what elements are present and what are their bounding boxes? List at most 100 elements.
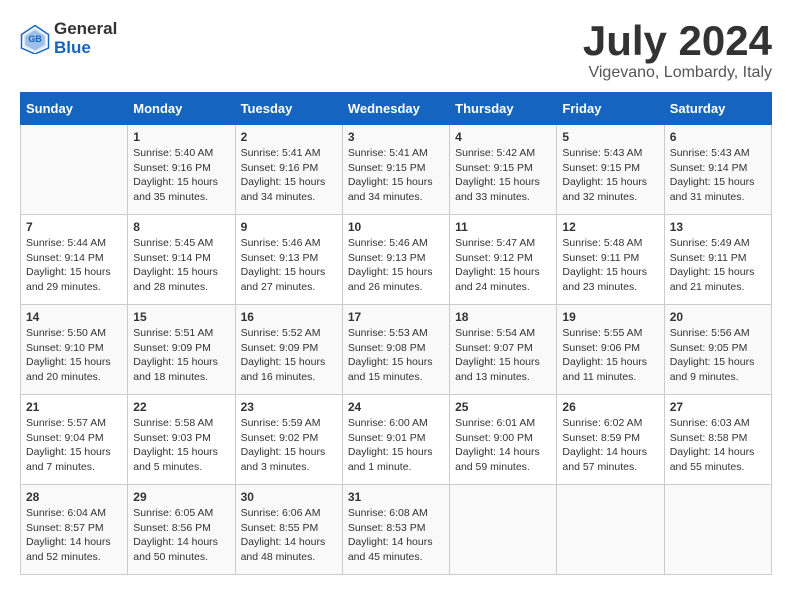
weekday-header: Tuesday <box>235 93 342 125</box>
day-number: 26 <box>562 400 658 414</box>
cell-sun-info: Sunrise: 5:48 AM Sunset: 9:11 PM Dayligh… <box>562 236 658 295</box>
weekday-header: Sunday <box>21 93 128 125</box>
calendar-cell: 22 Sunrise: 5:58 AM Sunset: 9:03 PM Dayli… <box>128 395 235 485</box>
calendar-cell: 7Sunrise: 5:44 AM Sunset: 9:14 PM Daylig… <box>21 215 128 305</box>
cell-sun-info: Sunrise: 5:46 AM Sunset: 9:13 PM Dayligh… <box>348 236 444 295</box>
calendar-cell: 31 Sunrise: 6:08 AM Sunset: 8:53 PM Dayli… <box>342 485 449 575</box>
day-number: 23 <box>241 400 337 414</box>
cell-sun-info: Sunrise: 5:56 AM Sunset: 9:05 PM Dayligh… <box>670 326 766 385</box>
cell-sun-info: Sunrise: 5:59 AM Sunset: 9:02 PM Dayligh… <box>241 416 337 475</box>
day-number: 22 <box>133 400 229 414</box>
calendar-cell: 20Sunrise: 5:56 AM Sunset: 9:05 PM Dayli… <box>664 305 771 395</box>
title-block: July 2024 Vigevano, Lombardy, Italy <box>583 20 772 82</box>
calendar-cell: 19Sunrise: 5:55 AM Sunset: 9:06 PM Dayli… <box>557 305 664 395</box>
logo-icon: GB <box>20 24 50 54</box>
cell-sun-info: Sunrise: 5:52 AM Sunset: 9:09 PM Dayligh… <box>241 326 337 385</box>
calendar-table: SundayMondayTuesdayWednesdayThursdayFrid… <box>20 92 772 575</box>
cell-sun-info: Sunrise: 6:01 AM Sunset: 9:00 PM Dayligh… <box>455 416 551 475</box>
calendar-cell: 23 Sunrise: 5:59 AM Sunset: 9:02 PM Dayli… <box>235 395 342 485</box>
calendar-cell: 2 Sunrise: 5:41 AM Sunset: 9:16 PM Daylig… <box>235 125 342 215</box>
day-number: 25 <box>455 400 551 414</box>
calendar-cell: 27Sunrise: 6:03 AM Sunset: 8:58 PM Dayli… <box>664 395 771 485</box>
calendar-week-row: 21 Sunrise: 5:57 AM Sunset: 9:04 PM Dayli… <box>21 395 772 485</box>
calendar-cell: 24 Sunrise: 6:00 AM Sunset: 9:01 PM Dayli… <box>342 395 449 485</box>
day-number: 18 <box>455 310 551 324</box>
cell-sun-info: Sunrise: 5:40 AM Sunset: 9:16 PM Dayligh… <box>133 146 229 205</box>
day-number: 11 <box>455 220 551 234</box>
day-number: 19 <box>562 310 658 324</box>
weekday-header: Thursday <box>450 93 557 125</box>
day-number: 4 <box>455 130 551 144</box>
weekday-header: Monday <box>128 93 235 125</box>
day-number: 6 <box>670 130 766 144</box>
cell-sun-info: Sunrise: 5:41 AM Sunset: 9:16 PM Dayligh… <box>241 146 337 205</box>
cell-sun-info: Sunrise: 6:05 AM Sunset: 8:56 PM Dayligh… <box>133 506 229 565</box>
cell-sun-info: Sunrise: 6:08 AM Sunset: 8:53 PM Dayligh… <box>348 506 444 565</box>
calendar-cell: 9 Sunrise: 5:46 AM Sunset: 9:13 PM Daylig… <box>235 215 342 305</box>
calendar-cell: 28 Sunrise: 6:04 AM Sunset: 8:57 PM Dayli… <box>21 485 128 575</box>
day-number: 10 <box>348 220 444 234</box>
day-number: 31 <box>348 490 444 504</box>
day-number: 30 <box>241 490 337 504</box>
day-number: 27 <box>670 400 766 414</box>
cell-sun-info: Sunrise: 5:51 AM Sunset: 9:09 PM Dayligh… <box>133 326 229 385</box>
cell-sun-info: Sunrise: 5:42 AM Sunset: 9:15 PM Dayligh… <box>455 146 551 205</box>
calendar-week-row: 14Sunrise: 5:50 AM Sunset: 9:10 PM Dayli… <box>21 305 772 395</box>
weekday-header: Wednesday <box>342 93 449 125</box>
day-number: 13 <box>670 220 766 234</box>
day-number: 1 <box>133 130 229 144</box>
calendar-cell <box>450 485 557 575</box>
cell-sun-info: Sunrise: 5:57 AM Sunset: 9:04 PM Dayligh… <box>26 416 122 475</box>
calendar-cell: 10 Sunrise: 5:46 AM Sunset: 9:13 PM Dayli… <box>342 215 449 305</box>
day-number: 28 <box>26 490 122 504</box>
logo-text: General Blue <box>54 20 117 57</box>
weekday-header: Friday <box>557 93 664 125</box>
day-number: 9 <box>241 220 337 234</box>
logo: GB General Blue <box>20 20 117 57</box>
calendar-cell: 6 Sunrise: 5:43 AM Sunset: 9:14 PM Daylig… <box>664 125 771 215</box>
cell-sun-info: Sunrise: 6:04 AM Sunset: 8:57 PM Dayligh… <box>26 506 122 565</box>
location-subtitle: Vigevano, Lombardy, Italy <box>583 64 772 82</box>
day-number: 8 <box>133 220 229 234</box>
cell-sun-info: Sunrise: 5:49 AM Sunset: 9:11 PM Dayligh… <box>670 236 766 295</box>
calendar-cell: 30Sunrise: 6:06 AM Sunset: 8:55 PM Dayli… <box>235 485 342 575</box>
day-number: 21 <box>26 400 122 414</box>
day-number: 2 <box>241 130 337 144</box>
day-number: 17 <box>348 310 444 324</box>
calendar-cell <box>21 125 128 215</box>
calendar-cell: 12 Sunrise: 5:48 AM Sunset: 9:11 PM Dayli… <box>557 215 664 305</box>
cell-sun-info: Sunrise: 5:45 AM Sunset: 9:14 PM Dayligh… <box>133 236 229 295</box>
day-number: 24 <box>348 400 444 414</box>
cell-sun-info: Sunrise: 5:43 AM Sunset: 9:15 PM Dayligh… <box>562 146 658 205</box>
month-year-title: July 2024 <box>583 20 772 62</box>
day-number: 7 <box>26 220 122 234</box>
cell-sun-info: Sunrise: 6:00 AM Sunset: 9:01 PM Dayligh… <box>348 416 444 475</box>
calendar-cell: 18Sunrise: 5:54 AM Sunset: 9:07 PM Dayli… <box>450 305 557 395</box>
day-number: 12 <box>562 220 658 234</box>
calendar-cell: 8 Sunrise: 5:45 AM Sunset: 9:14 PM Daylig… <box>128 215 235 305</box>
svg-text:GB: GB <box>28 34 42 44</box>
day-number: 15 <box>133 310 229 324</box>
calendar-week-row: 7Sunrise: 5:44 AM Sunset: 9:14 PM Daylig… <box>21 215 772 305</box>
calendar-cell <box>557 485 664 575</box>
day-number: 16 <box>241 310 337 324</box>
calendar-cell: 1 Sunrise: 5:40 AM Sunset: 9:16 PM Daylig… <box>128 125 235 215</box>
cell-sun-info: Sunrise: 5:47 AM Sunset: 9:12 PM Dayligh… <box>455 236 551 295</box>
calendar-week-row: 1 Sunrise: 5:40 AM Sunset: 9:16 PM Daylig… <box>21 125 772 215</box>
day-number: 3 <box>348 130 444 144</box>
day-number: 29 <box>133 490 229 504</box>
cell-sun-info: Sunrise: 5:53 AM Sunset: 9:08 PM Dayligh… <box>348 326 444 385</box>
calendar-cell <box>664 485 771 575</box>
calendar-cell: 21 Sunrise: 5:57 AM Sunset: 9:04 PM Dayli… <box>21 395 128 485</box>
day-number: 14 <box>26 310 122 324</box>
calendar-cell: 17 Sunrise: 5:53 AM Sunset: 9:08 PM Dayli… <box>342 305 449 395</box>
calendar-cell: 5Sunrise: 5:43 AM Sunset: 9:15 PM Daylig… <box>557 125 664 215</box>
cell-sun-info: Sunrise: 5:58 AM Sunset: 9:03 PM Dayligh… <box>133 416 229 475</box>
calendar-cell: 11 Sunrise: 5:47 AM Sunset: 9:12 PM Dayli… <box>450 215 557 305</box>
calendar-week-row: 28 Sunrise: 6:04 AM Sunset: 8:57 PM Dayli… <box>21 485 772 575</box>
calendar-cell: 4 Sunrise: 5:42 AM Sunset: 9:15 PM Daylig… <box>450 125 557 215</box>
calendar-cell: 16 Sunrise: 5:52 AM Sunset: 9:09 PM Dayli… <box>235 305 342 395</box>
calendar-cell: 26Sunrise: 6:02 AM Sunset: 8:59 PM Dayli… <box>557 395 664 485</box>
cell-sun-info: Sunrise: 5:46 AM Sunset: 9:13 PM Dayligh… <box>241 236 337 295</box>
cell-sun-info: Sunrise: 5:43 AM Sunset: 9:14 PM Dayligh… <box>670 146 766 205</box>
